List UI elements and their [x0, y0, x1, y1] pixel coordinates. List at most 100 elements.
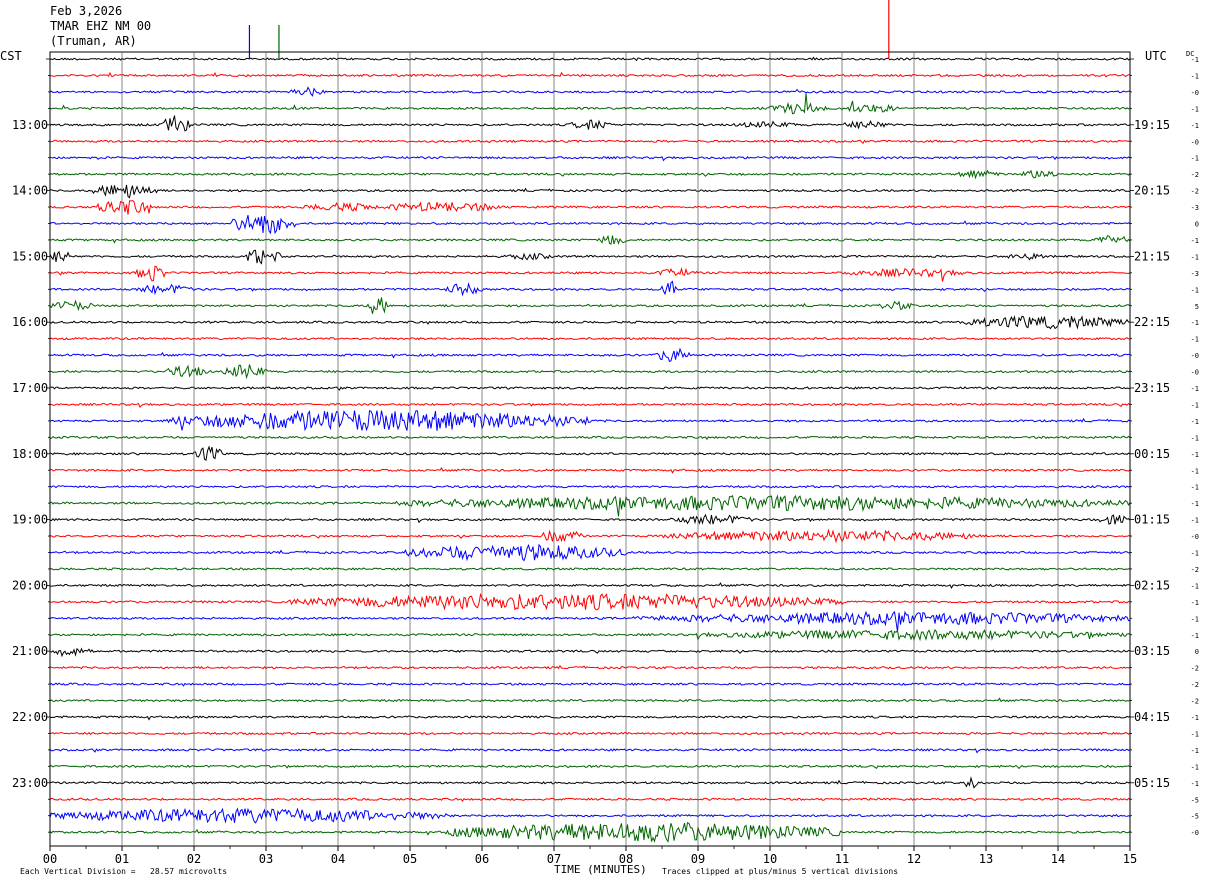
dc-offset-44: -1 [1191, 780, 1199, 788]
trace-36 [49, 647, 1131, 658]
trace-1 [49, 71, 1131, 78]
trace-39 [49, 697, 1131, 703]
x-tick-label-14: 14 [1051, 852, 1065, 866]
utc-time-label: 02:15 [1134, 578, 1170, 592]
trace-34 [49, 610, 1131, 632]
utc-time-label: 23:15 [1134, 381, 1170, 395]
dc-offset-34: -1 [1191, 615, 1199, 623]
dc-label: DC [1186, 50, 1195, 58]
x-tick-label-4: 04 [331, 852, 345, 866]
right-axis-title: UTC [1145, 49, 1167, 63]
utc-time-label: 03:15 [1134, 644, 1170, 658]
dc-offset-36: 0 [1195, 648, 1199, 656]
x-tick-label-13: 13 [979, 852, 993, 866]
trace-37 [49, 664, 1131, 670]
trace-26 [49, 485, 1131, 489]
dc-offset-46: -5 [1191, 813, 1199, 821]
header-location: (Truman, AR) [50, 34, 137, 48]
trace-24 [49, 445, 1131, 462]
dc-offset-32: -1 [1191, 582, 1199, 590]
trace-14 [49, 280, 1131, 297]
cst-time-label: 16:00 [12, 315, 48, 329]
cst-time-label: 21:00 [12, 644, 48, 658]
dc-offset-22: -1 [1191, 418, 1199, 426]
x-tick-label-6: 06 [475, 852, 489, 866]
dc-offset-2: -0 [1191, 89, 1199, 97]
trace-45 [49, 797, 1131, 802]
trace-18 [49, 347, 1131, 363]
trace-17 [49, 337, 1131, 341]
trace-28 [49, 513, 1131, 525]
dc-offset-38: -2 [1191, 681, 1199, 689]
dc-offset-12: -1 [1191, 253, 1199, 261]
header-date: Feb 3,2026 [50, 4, 123, 18]
dc-offset-39: -2 [1191, 698, 1199, 706]
trace-19 [49, 364, 1131, 380]
clip-note: Traces clipped at plus/minus 5 vertical … [662, 867, 899, 876]
trace-6 [49, 155, 1131, 162]
trace-44 [49, 776, 1131, 789]
x-tick-label-0: 00 [43, 852, 57, 866]
dc-offset-26: -1 [1191, 484, 1199, 492]
cst-time-label: 20:00 [12, 578, 48, 592]
dc-offset-5: -0 [1191, 138, 1199, 146]
dc-offset-15: 5 [1195, 303, 1199, 311]
cst-time-label: 14:00 [12, 184, 48, 198]
cst-time-label: 17:00 [12, 381, 48, 395]
trace-21 [49, 402, 1131, 409]
trace-3 [49, 93, 1131, 115]
dc-offset-16: -1 [1191, 319, 1199, 327]
dc-offset-23: -1 [1191, 434, 1199, 442]
trace-2 [49, 86, 1131, 97]
utc-time-label: 05:15 [1134, 776, 1170, 790]
utc-time-label: 22:15 [1134, 315, 1170, 329]
cst-time-label: 22:00 [12, 710, 48, 724]
dc-offset-17: -1 [1191, 336, 1199, 344]
utc-time-label: 21:15 [1134, 249, 1170, 263]
trace-11 [49, 234, 1131, 245]
dc-offset-21: -1 [1191, 401, 1199, 409]
labels-layer: -1 -1 -0 -1 -1 -0 -1 -2 -2 -3 0 -1 -1 -3 -1 5 -1 -1 -0 -0 -1… [12, 56, 1199, 866]
trace-33 [49, 592, 1131, 611]
utc-time-label: 00:15 [1134, 447, 1170, 461]
trace-46 [49, 807, 1131, 824]
trace-15 [49, 297, 1131, 314]
dc-offset-29: -0 [1191, 533, 1199, 541]
cst-time-label: 23:00 [12, 776, 48, 790]
dc-offset-4: -1 [1191, 122, 1199, 130]
trace-20 [49, 386, 1131, 391]
vertical-division-note: Each Vertical Division = 28.57 microvolt… [20, 867, 228, 876]
dc-offset-3: -1 [1191, 105, 1199, 113]
x-tick-label-12: 12 [907, 852, 921, 866]
trace-9 [49, 199, 1131, 215]
dc-offset-18: -0 [1191, 352, 1199, 360]
dc-offset-45: -5 [1191, 796, 1199, 804]
x-tick-label-9: 09 [691, 852, 705, 866]
dc-offset-27: -1 [1191, 500, 1199, 508]
trace-16 [49, 315, 1131, 330]
dc-offset-42: -1 [1191, 747, 1199, 755]
trace-0 [50, 56, 1131, 62]
trace-13 [49, 265, 1131, 282]
trace-35 [49, 628, 1131, 642]
trace-32 [49, 582, 1131, 589]
trace-8 [49, 184, 1131, 199]
trace-30 [49, 543, 1131, 562]
dc-offset-47: -0 [1191, 829, 1199, 837]
dc-offset-14: -1 [1191, 286, 1199, 294]
traces-layer [49, 0, 1131, 843]
x-tick-label-11: 11 [835, 852, 849, 866]
dc-offset-10: 0 [1195, 221, 1199, 229]
dc-offset-19: -0 [1191, 369, 1199, 377]
header-station: TMAR EHZ NM 00 [50, 19, 152, 33]
cst-time-label: 15:00 [12, 249, 48, 263]
utc-time-label: 20:15 [1134, 184, 1170, 198]
x-tick-label-3: 03 [259, 852, 273, 866]
utc-time-label: 01:15 [1134, 513, 1170, 527]
dc-offset-41: -1 [1191, 730, 1199, 738]
dc-offset-35: -1 [1191, 632, 1199, 640]
trace-42 [49, 748, 1131, 754]
seismogram-plot: -1 -1 -0 -1 -1 -0 -1 -2 -2 -3 0 -1 -1 -3 -1 5 -1 -1 -0 -0 -1… [12, 0, 1199, 866]
trace-41 [49, 731, 1131, 736]
dc-offset-7: -2 [1191, 171, 1199, 179]
